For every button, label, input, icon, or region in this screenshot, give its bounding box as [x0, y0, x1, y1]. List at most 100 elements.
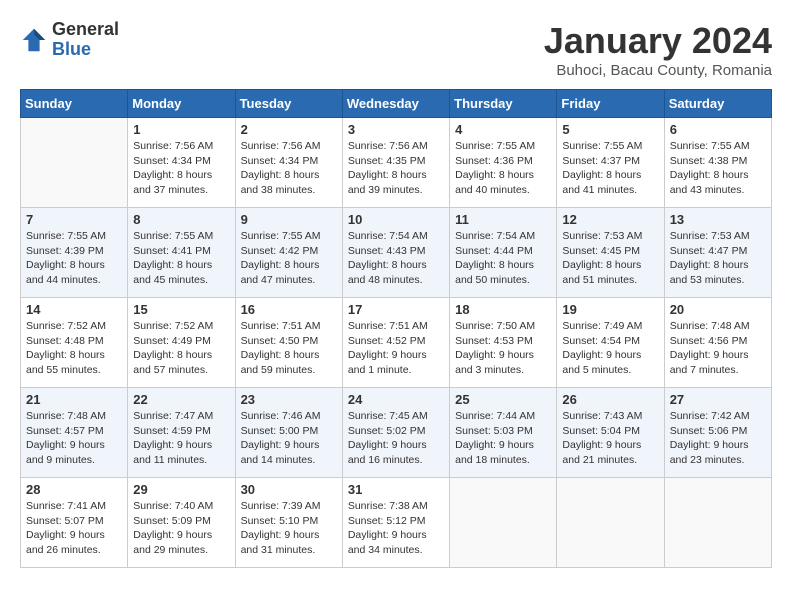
calendar-cell: 25 Sunrise: 7:44 AMSunset: 5:03 PMDayligh…: [450, 388, 557, 478]
day-number: 21: [26, 392, 122, 407]
day-number: 11: [455, 212, 551, 227]
week-row-1: 1 Sunrise: 7:56 AMSunset: 4:34 PMDaylight…: [21, 118, 772, 208]
day-number: 2: [241, 122, 337, 137]
location: Buhoci, Bacau County, Romania: [544, 62, 772, 79]
day-number: 26: [562, 392, 658, 407]
day-info: Sunrise: 7:48 AMSunset: 4:56 PMDaylight:…: [670, 319, 766, 378]
day-number: 8: [133, 212, 229, 227]
day-info: Sunrise: 7:46 AMSunset: 5:00 PMDaylight:…: [241, 409, 337, 468]
calendar-cell: 11 Sunrise: 7:54 AMSunset: 4:44 PMDayligh…: [450, 208, 557, 298]
day-number: 3: [348, 122, 444, 137]
day-number: 22: [133, 392, 229, 407]
day-info: Sunrise: 7:55 AMSunset: 4:36 PMDaylight:…: [455, 139, 551, 198]
calendar-cell: 10 Sunrise: 7:54 AMSunset: 4:43 PMDayligh…: [342, 208, 449, 298]
day-info: Sunrise: 7:44 AMSunset: 5:03 PMDaylight:…: [455, 409, 551, 468]
day-number: 25: [455, 392, 551, 407]
day-number: 12: [562, 212, 658, 227]
day-number: 16: [241, 302, 337, 317]
calendar-cell: 27Sunrise: 7:42 AMSunset: 5:06 PMDayligh…: [664, 388, 771, 478]
calendar-cell: 17 Sunrise: 7:51 AMSunset: 4:52 PMDayligh…: [342, 298, 449, 388]
week-row-5: 28 Sunrise: 7:41 AMSunset: 5:07 PMDayligh…: [21, 478, 772, 568]
day-number: 15: [133, 302, 229, 317]
day-info: Sunrise: 7:55 AMSunset: 4:42 PMDaylight:…: [241, 229, 337, 288]
day-header-tuesday: Tuesday: [235, 90, 342, 118]
week-row-4: 21 Sunrise: 7:48 AMSunset: 4:57 PMDayligh…: [21, 388, 772, 478]
calendar-cell: 6 Sunrise: 7:55 AMSunset: 4:38 PMDaylight…: [664, 118, 771, 208]
week-row-3: 14Sunrise: 7:52 AMSunset: 4:48 PMDayligh…: [21, 298, 772, 388]
day-info: Sunrise: 7:47 AMSunset: 4:59 PMDaylight:…: [133, 409, 229, 468]
day-number: 13: [670, 212, 766, 227]
day-info: Sunrise: 7:55 AMSunset: 4:41 PMDaylight:…: [133, 229, 229, 288]
calendar-cell: 23 Sunrise: 7:46 AMSunset: 5:00 PMDayligh…: [235, 388, 342, 478]
day-number: 30: [241, 482, 337, 497]
calendar-cell: 9 Sunrise: 7:55 AMSunset: 4:42 PMDaylight…: [235, 208, 342, 298]
day-info: Sunrise: 7:45 AMSunset: 5:02 PMDaylight:…: [348, 409, 444, 468]
day-number: 23: [241, 392, 337, 407]
day-number: 28: [26, 482, 122, 497]
day-number: 10: [348, 212, 444, 227]
day-info: Sunrise: 7:56 AMSunset: 4:35 PMDaylight:…: [348, 139, 444, 198]
calendar-cell: 29 Sunrise: 7:40 AMSunset: 5:09 PMDayligh…: [128, 478, 235, 568]
calendar-cell: 1 Sunrise: 7:56 AMSunset: 4:34 PMDaylight…: [128, 118, 235, 208]
page-header: General Blue January 2024 Buhoci, Bacau …: [20, 20, 772, 79]
day-info: Sunrise: 7:56 AMSunset: 4:34 PMDaylight:…: [133, 139, 229, 198]
calendar-cell: [664, 478, 771, 568]
calendar-table: SundayMondayTuesdayWednesdayThursdayFrid…: [20, 89, 772, 568]
day-info: Sunrise: 7:53 AMSunset: 4:47 PMDaylight:…: [670, 229, 766, 288]
day-number: 1: [133, 122, 229, 137]
calendar-cell: 22 Sunrise: 7:47 AMSunset: 4:59 PMDayligh…: [128, 388, 235, 478]
day-header-wednesday: Wednesday: [342, 90, 449, 118]
day-header-thursday: Thursday: [450, 90, 557, 118]
day-header-sunday: Sunday: [21, 90, 128, 118]
calendar-cell: 2 Sunrise: 7:56 AMSunset: 4:34 PMDaylight…: [235, 118, 342, 208]
calendar-cell: 21 Sunrise: 7:48 AMSunset: 4:57 PMDayligh…: [21, 388, 128, 478]
calendar-cell: 19Sunrise: 7:49 AMSunset: 4:54 PMDayligh…: [557, 298, 664, 388]
calendar-cell: 13 Sunrise: 7:53 AMSunset: 4:47 PMDayligh…: [664, 208, 771, 298]
day-header-saturday: Saturday: [664, 90, 771, 118]
calendar-cell: 12Sunrise: 7:53 AMSunset: 4:45 PMDayligh…: [557, 208, 664, 298]
day-info: Sunrise: 7:55 AMSunset: 4:37 PMDaylight:…: [562, 139, 658, 198]
calendar-cell: 31Sunrise: 7:38 AMSunset: 5:12 PMDayligh…: [342, 478, 449, 568]
day-number: 9: [241, 212, 337, 227]
day-info: Sunrise: 7:51 AMSunset: 4:50 PMDaylight:…: [241, 319, 337, 378]
day-info: Sunrise: 7:52 AMSunset: 4:49 PMDaylight:…: [133, 319, 229, 378]
calendar-cell: 30 Sunrise: 7:39 AMSunset: 5:10 PMDayligh…: [235, 478, 342, 568]
calendar-cell: [21, 118, 128, 208]
day-info: Sunrise: 7:50 AMSunset: 4:53 PMDaylight:…: [455, 319, 551, 378]
day-number: 5: [562, 122, 658, 137]
day-number: 29: [133, 482, 229, 497]
calendar-cell: 26Sunrise: 7:43 AMSunset: 5:04 PMDayligh…: [557, 388, 664, 478]
day-info: Sunrise: 7:55 AMSunset: 4:38 PMDaylight:…: [670, 139, 766, 198]
day-info: Sunrise: 7:52 AMSunset: 4:48 PMDaylight:…: [26, 319, 122, 378]
calendar-cell: 4 Sunrise: 7:55 AMSunset: 4:36 PMDaylight…: [450, 118, 557, 208]
day-info: Sunrise: 7:51 AMSunset: 4:52 PMDaylight:…: [348, 319, 444, 378]
day-number: 7: [26, 212, 122, 227]
day-number: 20: [670, 302, 766, 317]
day-info: Sunrise: 7:41 AMSunset: 5:07 PMDaylight:…: [26, 499, 122, 558]
day-number: 17: [348, 302, 444, 317]
calendar-cell: 14Sunrise: 7:52 AMSunset: 4:48 PMDayligh…: [21, 298, 128, 388]
calendar-cell: 5 Sunrise: 7:55 AMSunset: 4:37 PMDaylight…: [557, 118, 664, 208]
day-info: Sunrise: 7:54 AMSunset: 4:44 PMDaylight:…: [455, 229, 551, 288]
calendar-cell: 28 Sunrise: 7:41 AMSunset: 5:07 PMDayligh…: [21, 478, 128, 568]
month-title: January 2024: [544, 20, 772, 62]
logo-blue: Blue: [52, 39, 91, 59]
logo: General Blue: [20, 20, 119, 60]
week-row-2: 7Sunrise: 7:55 AMSunset: 4:39 PMDaylight…: [21, 208, 772, 298]
day-info: Sunrise: 7:54 AMSunset: 4:43 PMDaylight:…: [348, 229, 444, 288]
calendar-cell: 18 Sunrise: 7:50 AMSunset: 4:53 PMDayligh…: [450, 298, 557, 388]
day-info: Sunrise: 7:40 AMSunset: 5:09 PMDaylight:…: [133, 499, 229, 558]
calendar-cell: 8 Sunrise: 7:55 AMSunset: 4:41 PMDaylight…: [128, 208, 235, 298]
day-header-friday: Friday: [557, 90, 664, 118]
day-info: Sunrise: 7:48 AMSunset: 4:57 PMDaylight:…: [26, 409, 122, 468]
day-info: Sunrise: 7:49 AMSunset: 4:54 PMDaylight:…: [562, 319, 658, 378]
day-info: Sunrise: 7:39 AMSunset: 5:10 PMDaylight:…: [241, 499, 337, 558]
day-number: 4: [455, 122, 551, 137]
calendar-cell: [450, 478, 557, 568]
day-info: Sunrise: 7:56 AMSunset: 4:34 PMDaylight:…: [241, 139, 337, 198]
day-number: 6: [670, 122, 766, 137]
day-info: Sunrise: 7:42 AMSunset: 5:06 PMDaylight:…: [670, 409, 766, 468]
calendar-cell: 20 Sunrise: 7:48 AMSunset: 4:56 PMDayligh…: [664, 298, 771, 388]
day-number: 18: [455, 302, 551, 317]
logo-icon: [20, 26, 48, 54]
